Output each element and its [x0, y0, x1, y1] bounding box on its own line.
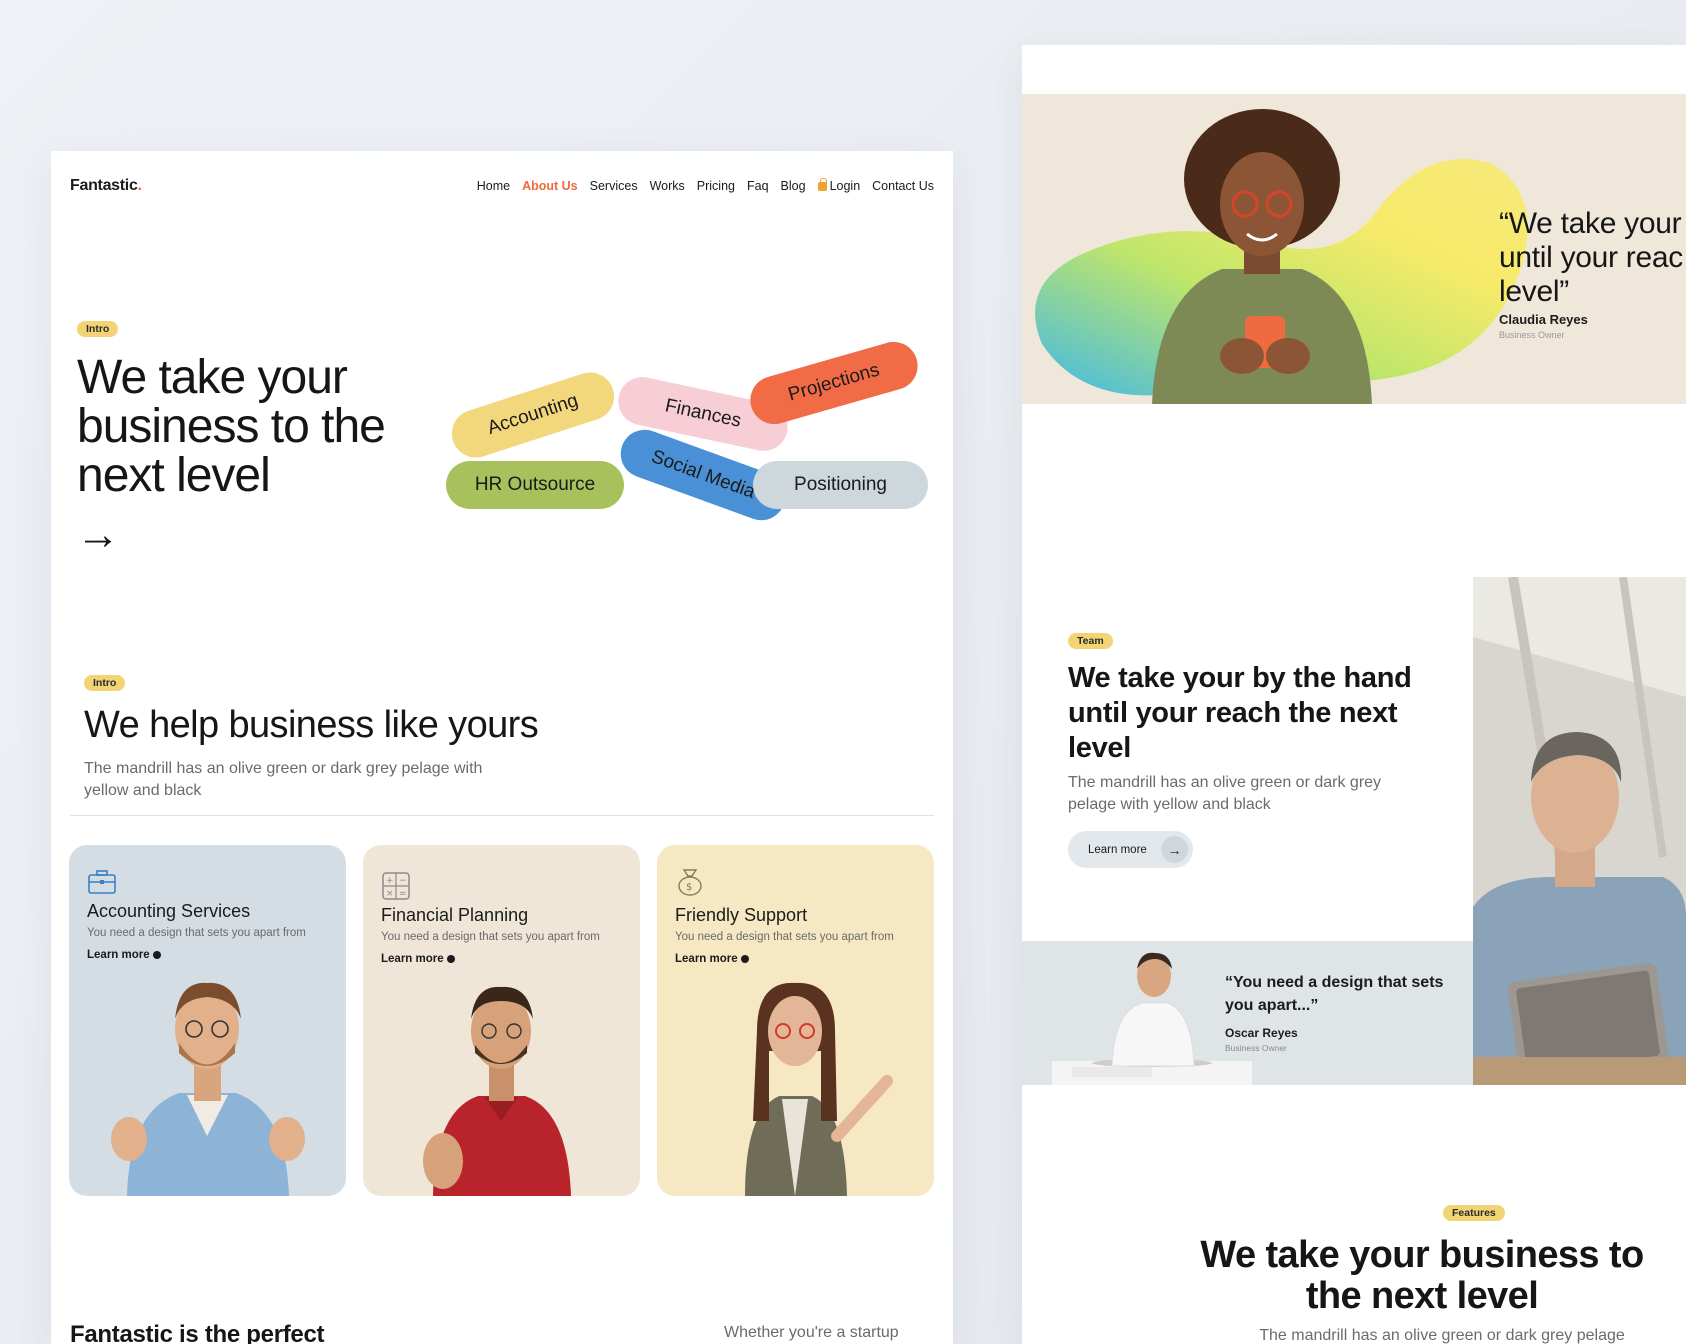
features-description: The mandrill has an olive green or dark … — [1259, 1327, 1625, 1344]
nav-home[interactable]: Home — [477, 179, 510, 193]
tag-positioning[interactable]: Positioning — [753, 461, 928, 509]
testimonial-hero: “We take your until your reac level” Cla… — [1022, 94, 1686, 404]
testimonial-role: Business Owner — [1499, 330, 1565, 340]
team-description: The mandrill has an olive green or dark … — [1068, 774, 1382, 813]
svg-text:+: + — [386, 876, 394, 886]
hero-title: We take your business to the next level — [77, 351, 386, 502]
money-bag-icon: $ — [678, 869, 702, 896]
svg-text:×: × — [386, 889, 394, 899]
nav-faq[interactable]: Faq — [747, 179, 769, 193]
service-card-support[interactable]: $ Friendly Support You need a design tha… — [657, 845, 934, 1196]
hero-tag: Intro — [77, 321, 119, 337]
testimonial-quote: “We take your until your reac level” — [1499, 207, 1683, 308]
nav-about-us[interactable]: About Us — [522, 179, 578, 193]
bottom-side-text: Whether you're a startup — [724, 1324, 899, 1341]
site-logo[interactable]: Fantastic. — [70, 177, 142, 195]
tag-projections[interactable]: Projections — [744, 336, 924, 430]
nav-login-label: Login — [829, 179, 861, 193]
learn-more-link[interactable]: Learn more — [87, 949, 161, 961]
divider — [70, 815, 934, 816]
card-title: Friendly Support — [675, 905, 808, 925]
top-navigation: Fantastic. Home About Us Services Works … — [70, 171, 934, 201]
man-standing-photo — [1052, 952, 1252, 1085]
svg-text:=: = — [399, 889, 407, 899]
quote-role: Business Owner — [1225, 1043, 1287, 1053]
card-description: You need a design that sets you apart fr… — [87, 927, 306, 939]
card-title: Financial Planning — [381, 905, 529, 925]
team-tag: Team — [1068, 633, 1113, 649]
features-tag: Features — [1443, 1205, 1505, 1221]
woman-pointing-photo — [745, 982, 893, 1196]
features-title: We take your business to the next level — [1200, 1234, 1644, 1317]
nav-works[interactable]: Works — [650, 179, 685, 193]
calculator-icon: + − × = — [382, 872, 410, 900]
service-card-financial[interactable]: + − × = Financial Planning You need a de… — [363, 845, 640, 1196]
learn-more-label: Learn more — [1088, 843, 1147, 856]
team-title: We take your by the hand until your reac… — [1068, 662, 1412, 764]
learn-more-button[interactable]: Learn more → — [1068, 831, 1193, 868]
card-description: You need a design that sets you apart fr… — [675, 931, 894, 943]
nav-login[interactable]: Login — [817, 178, 861, 193]
svg-text:$: $ — [686, 882, 692, 893]
left-page-preview: Fantastic. Home About Us Services Works … — [51, 151, 953, 1344]
nav-services[interactable]: Services — [590, 179, 638, 193]
nav-contact-us[interactable]: Contact Us — [872, 179, 934, 193]
lock-icon — [817, 178, 827, 191]
man-red-shirt-photo — [423, 986, 571, 1196]
quote-name: Oscar Reyes — [1225, 1026, 1298, 1040]
hero-arrow-icon[interactable]: → — [76, 513, 120, 557]
quote-band: “You need a design that sets you apart..… — [1022, 941, 1473, 1085]
man-thumbs-up-photo — [111, 982, 305, 1196]
svg-text:−: − — [399, 876, 407, 886]
nav-links: Home About Us Services Works Pricing Faq… — [477, 178, 934, 193]
bottom-title: Fantastic is the perfect — [70, 1321, 325, 1344]
briefcase-icon — [88, 870, 116, 894]
card-title: Accounting Services — [87, 901, 251, 921]
service-card-accounting[interactable]: Accounting Services You need a design th… — [69, 845, 346, 1196]
nav-pricing[interactable]: Pricing — [697, 179, 735, 193]
man-tablet-photo — [1473, 577, 1686, 1085]
section-title: We help business like yours — [84, 704, 539, 746]
right-page-preview: “We take your until your reac level” Cla… — [1022, 45, 1686, 1344]
card-description: You need a design that sets you apart fr… — [381, 931, 600, 943]
section-description: The mandrill has an olive green or dark … — [84, 760, 483, 799]
testimonial-name: Claudia Reyes — [1499, 312, 1588, 327]
nav-blog[interactable]: Blog — [781, 179, 806, 193]
quote-text: “You need a design that sets you apart..… — [1225, 974, 1444, 1014]
arrow-right-icon: → — [1161, 836, 1188, 863]
tag-hr-outsource[interactable]: HR Outsource — [446, 461, 624, 509]
tag-accounting[interactable]: Accounting — [445, 366, 621, 464]
section-tag: Intro — [84, 675, 126, 691]
woman-phone-photo — [1152, 109, 1372, 404]
